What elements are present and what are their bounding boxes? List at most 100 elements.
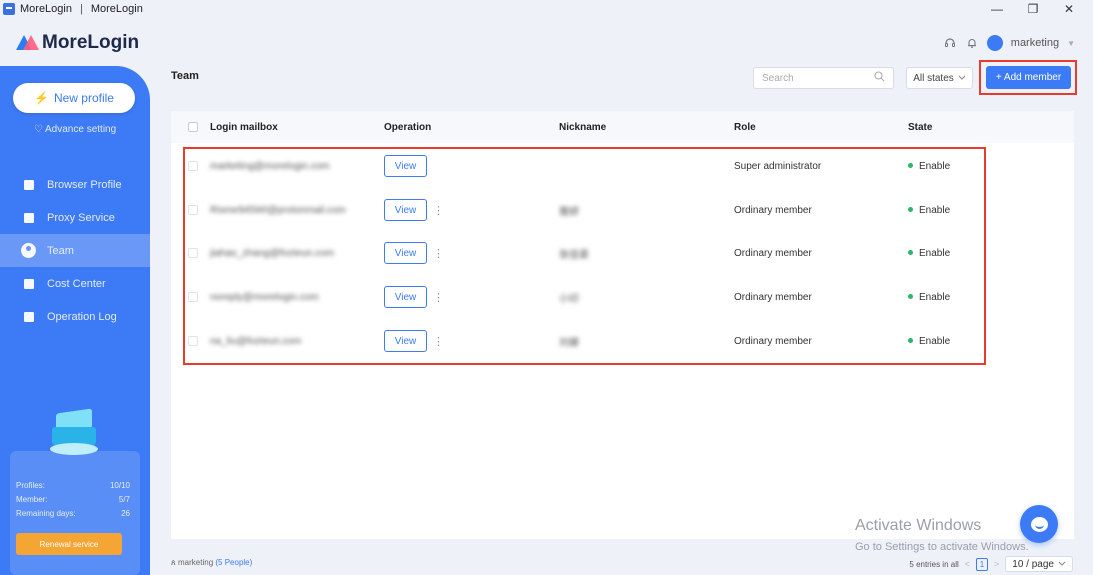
people-count: (5 People): [215, 558, 253, 567]
row-mailbox: marketing@morelogin.com: [210, 160, 330, 172]
column-header-role: Role: [734, 121, 756, 133]
stat-value: 26: [121, 508, 130, 518]
select-all-checkbox[interactable]: [188, 122, 198, 132]
page-title: Team: [171, 70, 199, 82]
search-icon[interactable]: [874, 71, 885, 85]
proxy-icon: [24, 212, 34, 223]
stat-value: 5/7: [118, 494, 130, 504]
chat-icon: [1030, 516, 1048, 532]
row-mailbox: noreply@morelogin.com: [210, 291, 319, 303]
restore-icon[interactable]: ❐: [1015, 2, 1051, 16]
sidebar-item-operation-log[interactable]: Operation Log: [0, 300, 150, 333]
table-row: jiahao_zhang@fozteun.com View ⋮ 张佳豪 Ordi…: [171, 231, 1074, 275]
view-button[interactable]: View: [384, 155, 427, 177]
view-button[interactable]: View: [384, 286, 427, 308]
table-header: Login mailbox Operation Nickname Role St…: [171, 111, 1074, 143]
more-options-icon[interactable]: ⋮: [433, 335, 444, 348]
cube-illustration-icon: [50, 408, 98, 457]
add-member-highlight: + Add member: [979, 60, 1077, 95]
stat-member: Member: 5/7: [10, 492, 140, 506]
more-options-icon[interactable]: ⋮: [433, 204, 444, 217]
more-options-icon[interactable]: ⋮: [433, 291, 444, 304]
view-button[interactable]: View: [384, 199, 427, 221]
sidebar-item-browser-profile[interactable]: Browser Profile: [0, 168, 150, 201]
more-options-icon[interactable]: ⋮: [433, 247, 444, 260]
state-label: Enable: [919, 291, 951, 303]
pagination: 5 entries in all < 1 > 10 / page: [909, 556, 1073, 572]
advance-setting-link[interactable]: ♡ Advance setting: [0, 124, 150, 135]
sidebar-item-label: Proxy Service: [47, 211, 115, 224]
sidebar-item-label: Operation Log: [47, 310, 117, 323]
team-footer: ጰ marketing (5 People): [171, 558, 252, 568]
row-role: Ordinary member: [734, 335, 812, 347]
search-box[interactable]: [753, 67, 894, 89]
sidebar-item-cost-center[interactable]: Cost Center: [0, 267, 150, 300]
row-nickname: 小印: [559, 293, 579, 305]
stat-profiles: Profiles: 10/10: [10, 478, 140, 492]
title-bar: MoreLogin | MoreLogin — ❐ ✕: [0, 0, 1093, 18]
page-size-select[interactable]: 10 / page: [1005, 556, 1073, 572]
activate-subtitle: Go to Settings to activate Windows.: [855, 541, 1029, 553]
row-nickname: 张佳豪: [559, 249, 589, 261]
page-number[interactable]: 1: [976, 557, 989, 571]
log-icon: [24, 311, 34, 322]
renewal-service-button[interactable]: Renewal service: [16, 533, 122, 555]
headset-icon[interactable]: [943, 36, 957, 50]
sidebar-item-label: Browser Profile: [47, 178, 122, 191]
row-state: Enable: [908, 292, 950, 303]
browser-icon: [24, 179, 34, 190]
row-mailbox: na_liu@fozteun.com: [210, 335, 302, 347]
logo: MoreLogin: [16, 32, 139, 54]
close-icon[interactable]: ✕: [1051, 2, 1087, 16]
bell-icon[interactable]: [965, 36, 979, 50]
stat-label: Remaining days:: [16, 508, 76, 518]
table-row: Risme945WI@protonmail.com View ⋮ 雅妍 Ordi…: [171, 188, 1074, 232]
sidebar-item-team[interactable]: Team: [0, 234, 150, 267]
chevron-down-icon: [1058, 561, 1066, 566]
row-checkbox[interactable]: [188, 248, 198, 258]
search-input[interactable]: [762, 72, 874, 84]
row-mailbox: jiahao_zhang@fozteun.com: [210, 247, 335, 259]
status-dot: [908, 207, 913, 213]
stat-label: Profiles:: [16, 480, 45, 490]
row-mailbox: Risme945WI@protonmail.com: [210, 204, 346, 216]
column-header-mailbox: Login mailbox: [210, 121, 278, 133]
members-table: Login mailbox Operation Nickname Role St…: [171, 111, 1074, 539]
view-button[interactable]: View: [384, 242, 427, 264]
stat-label: Member:: [16, 494, 48, 504]
entries-count: 5 entries in all: [909, 559, 959, 569]
column-header-state: State: [908, 121, 933, 133]
table-row: marketing@morelogin.com View Super admin…: [171, 144, 1074, 188]
user-name[interactable]: marketing: [1011, 37, 1059, 49]
wallet-icon: [24, 278, 34, 289]
row-role: Super administrator: [734, 160, 822, 172]
next-page-icon[interactable]: >: [994, 559, 999, 569]
team-icon: [21, 243, 36, 258]
sidebar-item-proxy-service[interactable]: Proxy Service: [0, 201, 150, 234]
activate-title: Activate Windows: [855, 517, 982, 534]
morelogin-logo-icon: [16, 35, 39, 51]
row-checkbox[interactable]: [188, 292, 198, 302]
row-checkbox[interactable]: [188, 205, 198, 215]
app-icon: [3, 3, 15, 15]
logo-text: MoreLogin: [42, 32, 140, 53]
chevron-down-icon[interactable]: ▼: [1067, 39, 1075, 48]
add-member-button[interactable]: + Add member: [986, 66, 1071, 89]
prev-page-icon[interactable]: <: [965, 559, 970, 569]
row-role: Ordinary member: [734, 291, 812, 303]
row-nickname: 雅妍: [559, 206, 579, 218]
row-checkbox[interactable]: [188, 336, 198, 346]
new-profile-button[interactable]: ⚡ New profile: [13, 83, 135, 113]
page-size-value: 10 / page: [1012, 558, 1054, 570]
table-row: na_liu@fozteun.com View ⋮ 刘娜 Ordinary me…: [171, 319, 1074, 363]
lightning-icon: ⚡: [34, 91, 49, 105]
chat-support-button[interactable]: [1020, 505, 1058, 543]
row-checkbox[interactable]: [188, 161, 198, 171]
chevron-down-icon: [958, 73, 966, 84]
view-button[interactable]: View: [384, 330, 427, 352]
minimize-icon[interactable]: —: [979, 2, 1015, 16]
advance-setting-label: Advance setting: [45, 124, 117, 135]
avatar[interactable]: [986, 35, 1003, 51]
state-filter-select[interactable]: All states: [906, 67, 973, 89]
row-nickname: 刘娜: [559, 337, 579, 349]
